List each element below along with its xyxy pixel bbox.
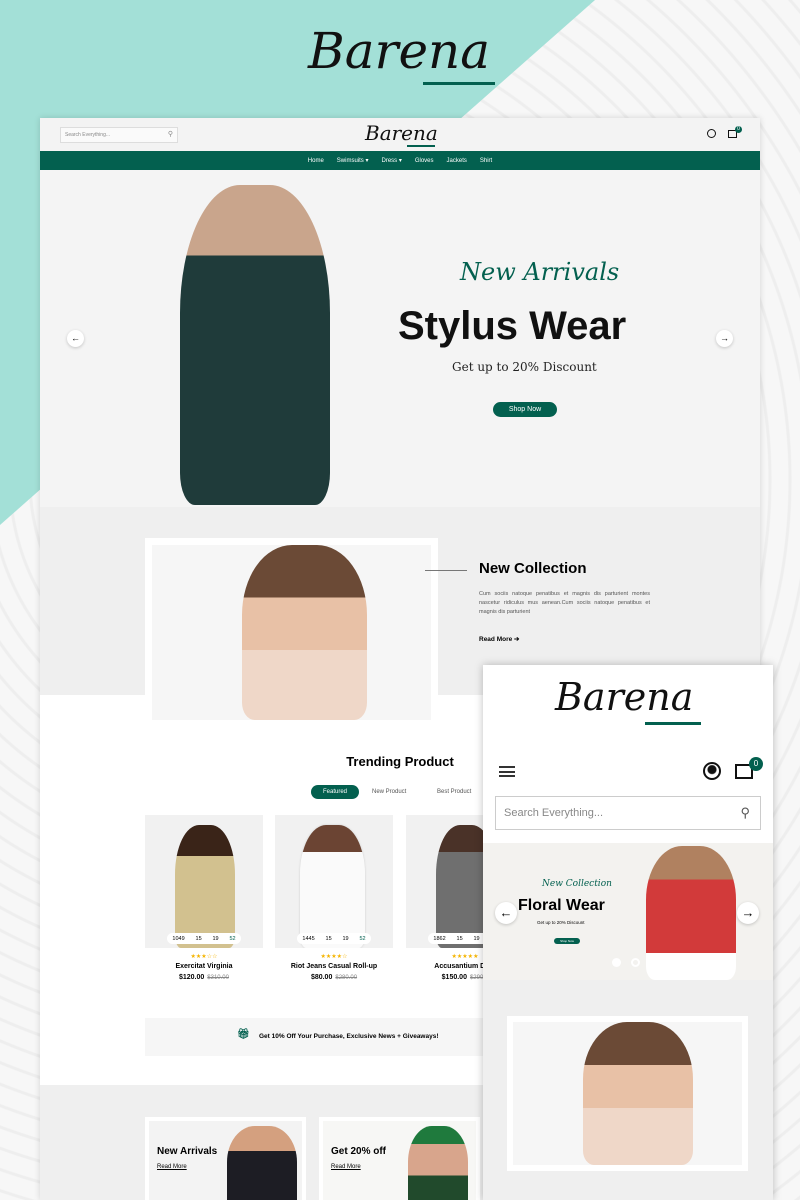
product-card[interactable]: 1049 15 19 52 ★★★☆☆ Exercitat Virginia $120… [145, 815, 263, 981]
search-placeholder: Search Everything... [504, 807, 604, 819]
logo-text: Barena [308, 22, 491, 80]
banner-new-arrivals[interactable]: New Arrivals Read More [145, 1117, 306, 1200]
cart-count-badge: 0 [749, 757, 763, 771]
header: Search Everything... ⚲ Barena 0 [40, 118, 760, 151]
prev-arrow-icon[interactable]: ← [495, 902, 517, 924]
promo-text: Get 10% Off Your Purchase, Exclusive New… [259, 1033, 439, 1040]
next-arrow-icon[interactable]: → [737, 902, 759, 924]
collection-title: New Collection [479, 560, 587, 577]
main-nav: Home Swimsuits ▾ Dress ▾ Gloves Jackets … [40, 151, 760, 170]
product-image[interactable]: 1049 15 19 52 [145, 815, 263, 948]
rating-stars: ★★★☆☆ [190, 954, 218, 960]
collection-model-image [583, 1022, 693, 1165]
nav-dress[interactable]: Dress ▾ [381, 157, 401, 164]
prev-arrow-icon[interactable]: ← [67, 330, 84, 347]
mobile-collection-section [483, 980, 773, 1200]
logo-underline [645, 722, 701, 725]
nav-shirt[interactable]: Shirt [480, 158, 492, 164]
read-more-link[interactable]: Read More ➔ [479, 635, 519, 643]
divider-line [425, 570, 467, 571]
nav-home[interactable]: Home [308, 158, 324, 164]
tab-best-product[interactable]: Best Product [437, 789, 471, 795]
main-logo: Barena [308, 22, 495, 85]
logo-text: Barena [555, 675, 694, 719]
countdown-timer: 1049 15 19 52 [167, 933, 241, 944]
search-input[interactable]: Search Everything... ⚲ [60, 127, 178, 143]
user-icon[interactable] [703, 762, 721, 780]
collection-model-image [242, 545, 367, 720]
banner-title: New Arrivals [157, 1146, 218, 1157]
product-image[interactable]: 1445 15 19 52 [275, 815, 393, 948]
search-icon[interactable]: ⚲ [740, 805, 750, 821]
hero-subtitle: Get up to 20% Discount [537, 920, 585, 925]
cart-count-badge: 0 [735, 126, 742, 133]
tab-new-product[interactable]: New Product [372, 789, 406, 795]
tab-featured[interactable]: Featured [311, 785, 359, 799]
mobile-preview: Barena 0 Search Everything... ⚲ New Colle… [483, 665, 773, 1200]
next-arrow-icon[interactable]: → [716, 330, 733, 347]
logo-text: Barena [365, 121, 438, 145]
hero-slider: ← → New Arrivals Stylus Wear Get up to 2… [40, 170, 760, 507]
hero-script-text: New Collection [542, 879, 612, 889]
product-price: $120.00 $310.00 [178, 974, 229, 981]
hero-title: Floral Wear [518, 897, 605, 914]
header-logo[interactable]: Barena [365, 121, 438, 147]
logo-underline [423, 82, 495, 85]
hero-script-text: New Arrivals [460, 258, 620, 286]
mobile-search-input[interactable]: Search Everything... ⚲ [495, 796, 761, 830]
slider-dot-active[interactable] [631, 958, 640, 967]
nav-swimsuits[interactable]: Swimsuits ▾ [337, 157, 369, 164]
hamburger-menu-icon[interactable] [499, 766, 515, 777]
nav-jackets[interactable]: Jackets [447, 158, 467, 164]
logo-underline [407, 145, 435, 147]
user-icon[interactable] [707, 129, 716, 138]
collection-image-frame [507, 1016, 748, 1171]
banner-read-more-link[interactable]: Read More [157, 1164, 187, 1170]
hero-model-image [180, 185, 330, 505]
hero-subtitle: Get up to 20% Discount [452, 360, 597, 374]
gift-icon: 🎁︎ [237, 1029, 250, 1040]
collection-text: Cum sociis natoque penatibus et magnis d… [479, 591, 650, 615]
banner-read-more-link[interactable]: Read More [331, 1164, 361, 1170]
banner-title: Get 20% off [331, 1146, 387, 1157]
rating-stars: ★★★★☆ [320, 954, 348, 960]
nav-gloves[interactable]: Gloves [415, 158, 434, 164]
search-icon[interactable]: ⚲ [168, 130, 173, 138]
mobile-hero-slider: New Collection Floral Wear Get up to 20%… [483, 843, 773, 980]
product-card[interactable]: 1445 15 19 52 ★★★★☆ Riot Jeans Casual Roll-… [275, 815, 393, 981]
hero-title: Stylus Wear [398, 304, 627, 348]
banner-discount[interactable]: Get 20% off Read More [319, 1117, 480, 1200]
mobile-hero-model-image [646, 846, 736, 980]
product-name[interactable]: Exercitat Virginia [145, 963, 263, 970]
shop-now-button[interactable]: Shop Now [554, 938, 580, 944]
mobile-logo[interactable]: Barena [555, 675, 701, 725]
shop-now-button[interactable]: Shop Now [493, 402, 557, 417]
countdown-timer: 1445 15 19 52 [297, 933, 371, 944]
product-name[interactable]: Riot Jeans Casual Roll-up [275, 963, 393, 970]
slider-dot[interactable] [612, 958, 621, 967]
collection-image-frame [145, 538, 438, 727]
product-price: $80.00 $280.00 [310, 974, 358, 981]
search-placeholder: Search Everything... [65, 132, 111, 138]
